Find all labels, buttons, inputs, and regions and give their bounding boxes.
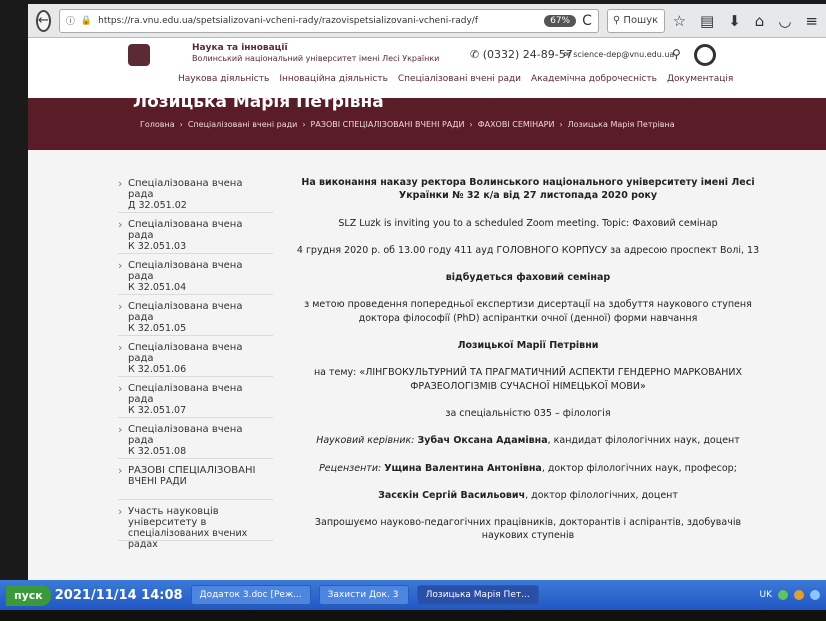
breadcrumb-separator: › [179,120,183,129]
start-button[interactable]: пуск [6,584,51,606]
info-icon[interactable]: ⓘ [66,14,75,27]
browser-tool-icons: ☆ ▤ ⬇ ⌂ ◡ ≡ [673,12,818,30]
thesis-topic: на тему: «ЛІНГВОКУЛЬТУРНИЙ ТА ПРАГМАТИЧН… [313,367,743,392]
system-tray: UK [760,590,820,600]
sidebar-item-k-32-051-04[interactable]: Спеціалізована вчена радаК 32.051.04 [118,254,273,295]
reviewer-1-line: Рецензенти: Ущина Валентина Антонівна, д… [319,462,737,474]
zoom-invite: SLZ Luzk is inviting you to a scheduled … [338,217,718,229]
page-banner: Лозицька Марія Петрівна Головна › Спеціа… [28,92,826,150]
contact-phone: ✆ (0332) 24-89-57 [470,48,573,61]
nav-item-integrity[interactable]: Академічна доброчесність [531,74,657,84]
sidebar-item-d-32-051-02[interactable]: Спеціалізована вчена радаД 32.051.02 [118,172,273,213]
taskbar-item-folder[interactable]: Захисти Док. 3 [318,585,409,605]
main-nav: Наукова діяльність Інноваційна діяльніст… [178,74,733,84]
order-paragraph: На виконання наказу ректора Волинського … [301,177,755,202]
volume-icon[interactable] [810,590,820,600]
home-icon[interactable]: ⌂ [755,12,765,30]
breadcrumb-separator: › [559,120,563,129]
reviewer-2-line: Засєкін Сергій Васильович, доктор філоло… [378,489,678,501]
search-icon: ⚲ [612,15,621,26]
breadcrumb-separator: › [302,120,306,129]
breadcrumb-one-time-councils[interactable]: РАЗОВІ СПЕЦІАЛІЗОВАНІ ВЧЕНІ РАДИ [311,120,465,129]
taskbar-item-word-doc[interactable]: Додаток 3.doc [Реж... [190,585,311,605]
page-title: Лозицька Марія Петрівна [133,92,384,112]
university-name: Волинський національний університет імен… [192,54,440,63]
reading-list-icon[interactable]: ▤ [700,12,714,30]
menu-icon[interactable]: ≡ [805,12,818,30]
nav-item-councils[interactable]: Спеціалізовані вчені ради [398,74,521,84]
seminar-announcement: відбудеться фаховий семінар [445,272,611,284]
breadcrumb: Головна › Спеціалізовані вчені ради › РА… [140,120,675,129]
candidate-name: Лозицької Марії Петрівни [457,340,599,352]
bookmark-star-icon[interactable]: ☆ [673,12,686,30]
specialty: за спеціальністю 035 – філологія [445,407,611,419]
timestamp-overlay: 2021/11/14 14:08 [54,587,183,603]
network-icon[interactable] [778,590,788,600]
reload-icon[interactable]: C [582,13,592,29]
sidebar-item-k-32-051-07[interactable]: Спеціалізована вчена радаК 32.051.07 [118,377,273,418]
lock-icon: 🔒 [80,15,93,26]
browser-search-input[interactable]: ⚲ Пошук [606,8,665,33]
university-logo-icon[interactable] [128,44,150,66]
language-indicator[interactable]: UK [760,590,773,600]
supervisor-line: Науковий керівник: Зубач Оксана Адамівна… [316,435,740,447]
breadcrumb-seminars[interactable]: ФАХОВІ СЕМІНАРИ [478,120,555,129]
taskbar-item-browser[interactable]: Лозицька Марія Пет... [416,585,539,605]
sidebar-item-k-32-051-03[interactable]: Спеціалізована вчена радаК 32.051.03 [118,213,273,254]
breadcrumb-councils[interactable]: Спеціалізовані вчені ради [188,120,297,129]
zoom-level-badge[interactable]: 67% [544,14,577,27]
address-bar[interactable]: ⓘ 🔒 https://ra.vnu.edu.ua/spetsializovan… [58,8,599,33]
sidebar: Спеціалізована вчена радаД 32.051.02 Спе… [118,172,273,550]
windows-taskbar: пуск 2021/11/14 14:08 Додаток 3.doc [Реж… [0,580,826,610]
pocket-icon[interactable]: ◡ [778,12,791,30]
sidebar-item-k-32-051-05[interactable]: Спеціалізована вчена радаК 32.051.05 [118,295,273,336]
breadcrumb-current: Лозицька Марія Петрівна [567,120,675,129]
search-placeholder: Пошук [623,15,659,26]
invitation-paragraph: Запрошуємо науково-педагогічних працівни… [314,517,742,542]
contact-email[interactable]: ✉ science-dep@vnu.edu.ua [564,50,674,59]
site-name[interactable]: Наука та інновації [192,43,288,53]
sidebar-item-participation[interactable]: Участь науковців університету вспеціаліз… [118,500,273,550]
breadcrumb-home[interactable]: Головна [140,120,175,129]
back-button[interactable]: ← [36,9,51,32]
seal-icon [694,44,716,66]
security-icon[interactable] [794,590,804,600]
sidebar-item-one-time-councils[interactable]: РАЗОВІ СПЕЦІАЛІЗОВАНІВЧЕНІ РАДИ [118,459,273,500]
url-text: https://ra.vnu.edu.ua/spetsializovani-vc… [98,15,478,26]
site-search-icon[interactable]: ⚲ [672,47,681,61]
article-body: На виконання наказу ректора Волинського … [293,176,763,557]
sidebar-item-k-32-051-08[interactable]: Спеціалізована вчена радаК 32.051.08 [118,418,273,459]
nav-item-docs[interactable]: Документація [667,74,733,84]
nav-item-innovation[interactable]: Інноваційна діяльність [279,74,388,84]
purpose-paragraph: з метою проведення попередньої експертиз… [304,299,752,324]
sidebar-item-k-32-051-06[interactable]: Спеціалізована вчена радаК 32.051.06 [118,336,273,377]
screen-bezel [0,610,826,621]
browser-toolbar: ← ⓘ 🔒 https://ra.vnu.edu.ua/spetsializov… [28,4,826,38]
breadcrumb-separator: › [469,120,473,129]
main-content: Спеціалізована вчена радаД 32.051.02 Спе… [28,150,826,580]
nav-item-research[interactable]: Наукова діяльність [178,74,269,84]
site-header: Наука та інновації Волинський національн… [28,38,826,98]
download-icon[interactable]: ⬇ [728,12,741,30]
date-location: 4 грудня 2020 р. об 13.00 году 411 ауд Г… [296,244,760,256]
